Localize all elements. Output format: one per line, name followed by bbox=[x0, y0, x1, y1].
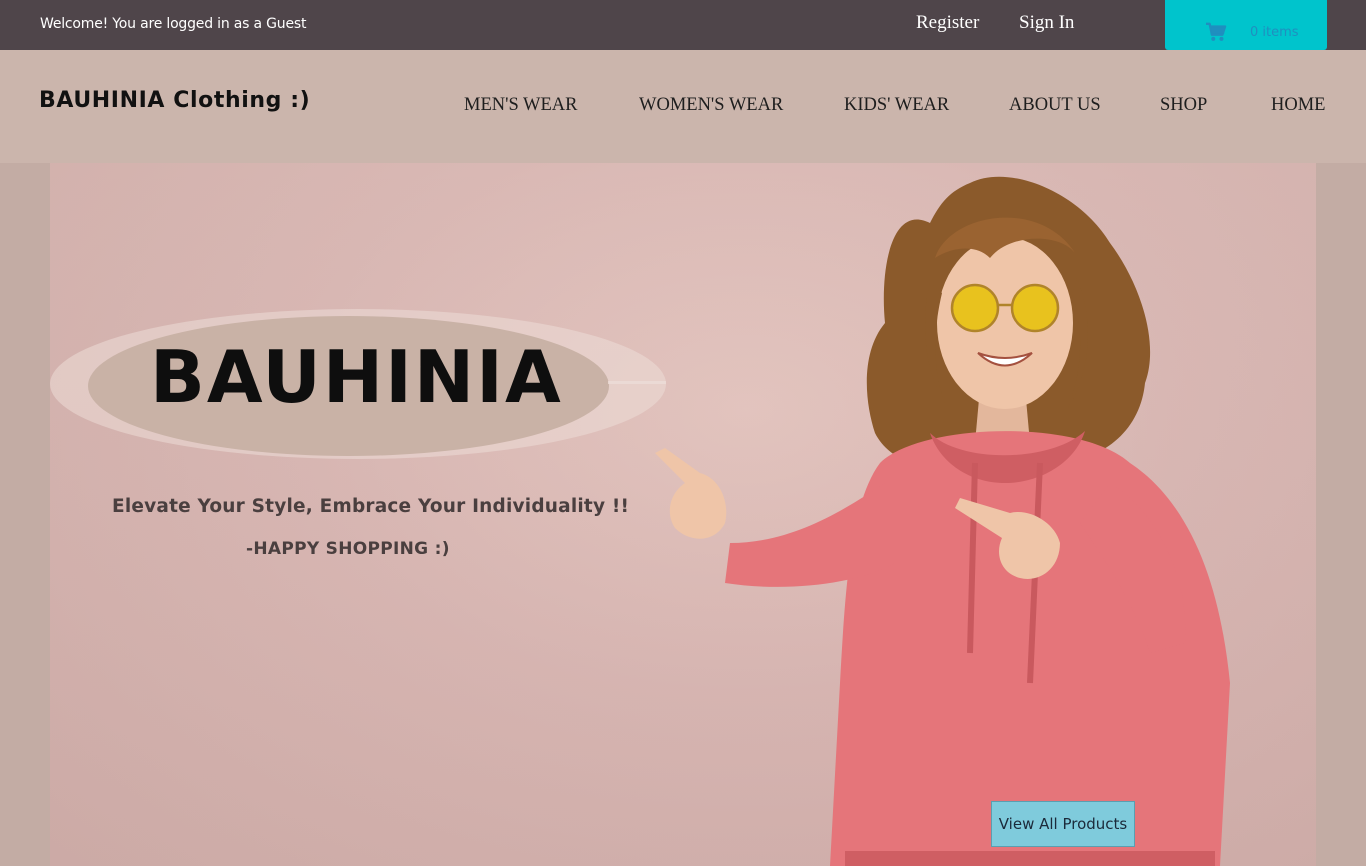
hero-tagline: Elevate Your Style, Embrace Your Individ… bbox=[112, 496, 630, 517]
site-header: BAUHINIA Clothing :) MEN'S WEAR WOMEN'S … bbox=[0, 50, 1366, 163]
cart-icon bbox=[1206, 22, 1227, 41]
top-bar: Welcome! You are logged in as a Guest Re… bbox=[0, 0, 1366, 50]
nav-home[interactable]: HOME bbox=[1271, 95, 1325, 116]
nav-womens-wear[interactable]: WOMEN'S WEAR bbox=[639, 95, 783, 116]
cart-item-count: 0 items bbox=[1250, 25, 1299, 40]
view-all-products-button[interactable]: View All Products bbox=[991, 801, 1135, 847]
nav-kids-wear[interactable]: KIDS' WEAR bbox=[844, 95, 949, 116]
welcome-message: Welcome! You are logged in as a Guest bbox=[40, 16, 307, 32]
site-logo[interactable]: BAUHINIA Clothing :) bbox=[39, 88, 310, 113]
nav-about-us[interactable]: ABOUT US bbox=[1009, 95, 1101, 116]
hero-model-image bbox=[655, 176, 1230, 866]
hero-banner: BAUHINIA Elevate Your Style, Embrace You… bbox=[50, 163, 1316, 866]
hero-brand-title: BAUHINIA bbox=[150, 335, 563, 419]
nav-shop[interactable]: SHOP bbox=[1160, 95, 1207, 116]
register-link[interactable]: Register bbox=[916, 12, 979, 34]
cart-button[interactable]: 0 items bbox=[1165, 0, 1327, 50]
sign-in-link[interactable]: Sign In bbox=[1019, 12, 1074, 34]
nav-mens-wear[interactable]: MEN'S WEAR bbox=[464, 95, 577, 116]
hero-signoff: -HAPPY SHOPPING :) bbox=[246, 539, 450, 559]
